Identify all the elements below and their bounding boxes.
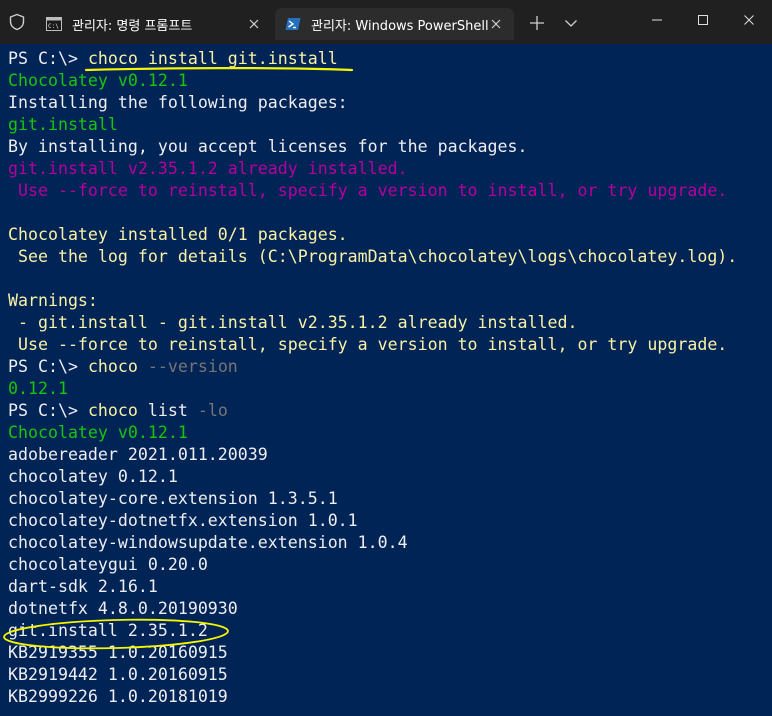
terminal-text: --version <box>137 357 238 376</box>
terminal-text: list <box>137 401 188 420</box>
terminal-line: chocolatey 0.12.1 <box>8 466 178 488</box>
terminal-text: KB2999226 1.0.20181019 <box>8 687 228 706</box>
tab-label: 관리자: 명령 프롬프트 <box>72 18 193 34</box>
terminal-line: KB2919355 1.0.20160915 <box>8 642 228 664</box>
terminal-text: Chocolatey v0.12.1 <box>8 71 188 90</box>
maximize-icon <box>698 15 708 25</box>
terminal-line: PS C:\> choco list -lo <box>8 400 228 422</box>
close-icon <box>744 15 754 25</box>
close-tab-icon[interactable] <box>248 18 260 30</box>
terminal-text: chocolateygui 0.20.0 <box>8 555 208 574</box>
terminal-line: Chocolatey v0.12.1 <box>8 70 188 92</box>
terminal-text: PS C:\> <box>8 49 88 68</box>
terminal-text: dotnetfx 4.8.0.20190930 <box>8 599 238 618</box>
terminal-text: PS C:\> <box>8 401 88 420</box>
maximize-button[interactable] <box>680 0 726 40</box>
terminal-text: PS C:\> <box>8 357 88 376</box>
chevron-down-icon[interactable] <box>564 17 578 29</box>
terminal-text: git.install v2.35.1.2 already installed. <box>8 159 408 178</box>
terminal-text: Chocolatey v0.12.1 <box>8 423 188 442</box>
terminal-window: C:\ 관리자: 명령 프롬프트 관리자: Windows PowerShell <box>0 0 772 716</box>
terminal-text: chocolatey-windowsupdate.extension 1.0.4 <box>8 533 408 552</box>
terminal-line: KB2999226 1.0.20181019 <box>8 686 228 708</box>
tab-command-prompt[interactable]: C:\ 관리자: 명령 프롬프트 <box>36 8 272 40</box>
terminal-line: See the log for details (C:\ProgramData\… <box>8 246 737 268</box>
terminal-text: chocolatey-dotnetfx.extension 1.0.1 <box>8 511 358 530</box>
new-tab-icon[interactable] <box>528 14 546 32</box>
close-tab-icon[interactable] <box>490 18 502 30</box>
terminal-line: By installing, you accept licenses for t… <box>8 136 528 158</box>
minimize-button[interactable] <box>634 0 680 40</box>
terminal-text: 0.12.1 <box>8 379 68 398</box>
terminal-text: chocolatey 0.12.1 <box>8 467 178 486</box>
terminal-text: adobereader 2021.011.20039 <box>8 445 268 464</box>
terminal-text: choco <box>87 357 138 376</box>
terminal-text: Use --force to reinstall, specify a vers… <box>8 335 728 354</box>
terminal-line: - git.install - git.install v2.35.1.2 al… <box>8 312 577 334</box>
terminal-text: -lo <box>187 401 228 420</box>
terminal-line: dart-sdk 2.16.1 <box>8 576 158 598</box>
terminal-line: chocolatey-core.extension 1.3.5.1 <box>8 488 338 510</box>
command-prompt-icon: C:\ <box>46 17 62 31</box>
terminal-line: git.install v2.35.1.2 already installed. <box>8 158 408 180</box>
terminal-text: Use --force to reinstall, specify a vers… <box>8 181 728 200</box>
terminal-line: Use --force to reinstall, specify a vers… <box>8 180 727 202</box>
terminal-text: git.install <box>8 115 118 134</box>
terminal-line: Warnings: <box>8 290 98 312</box>
terminal-line: dotnetfx 4.8.0.20190930 <box>8 598 238 620</box>
terminal-text: choco install git.install <box>87 49 338 68</box>
tab-powershell[interactable]: 관리자: Windows PowerShell <box>275 8 514 40</box>
terminal-text: Warnings: <box>8 291 98 310</box>
terminal-text: KB2919355 1.0.20160915 <box>8 643 228 662</box>
terminal-text: See the log for details (C:\ProgramData\… <box>8 247 738 266</box>
terminal-line: KB2919442 1.0.20160915 <box>8 664 228 686</box>
powershell-icon <box>285 18 301 30</box>
tab-label: 관리자: Windows PowerShell <box>311 18 489 34</box>
terminal-text: Installing the following packages: <box>8 93 348 112</box>
terminal-line: chocolateygui 0.20.0 <box>8 554 208 576</box>
terminal-text: Chocolatey installed 0/1 packages. <box>8 225 348 244</box>
terminal-text: KB2919442 1.0.20160915 <box>8 665 228 684</box>
terminal-line: Chocolatey installed 0/1 packages. <box>8 224 348 246</box>
terminal-line: Chocolatey v0.12.1 <box>8 422 188 444</box>
terminal-line: chocolatey-windowsupdate.extension 1.0.4 <box>8 532 408 554</box>
minimize-icon <box>652 19 662 21</box>
title-bar: C:\ 관리자: 명령 프롬프트 관리자: Windows PowerShell <box>0 0 772 44</box>
terminal-text: git.install 2.35.1.2 <box>8 621 208 640</box>
terminal-line: chocolatey-dotnetfx.extension 1.0.1 <box>8 510 358 532</box>
terminal-line: PS C:\> choco --version <box>8 356 238 378</box>
terminal-text: choco <box>87 401 138 420</box>
terminal-line: 0.12.1 <box>8 378 68 400</box>
terminal-line: Installing the following packages: <box>8 92 348 114</box>
svg-text:C:\: C:\ <box>48 23 59 30</box>
terminal-line: adobereader 2021.011.20039 <box>8 444 268 466</box>
terminal-line: Use --force to reinstall, specify a vers… <box>8 334 727 356</box>
terminal-line: git.install <box>8 114 118 136</box>
terminal-line: PS C:\> choco install git.install <box>8 48 338 70</box>
terminal-text: - git.install - git.install v2.35.1.2 al… <box>8 313 578 332</box>
terminal-output[interactable]: PS C:\> choco install git.install Chocola… <box>0 44 772 716</box>
terminal-text: chocolatey-core.extension 1.3.5.1 <box>8 489 338 508</box>
terminal-text: By installing, you accept licenses for t… <box>8 137 528 156</box>
terminal-text: dart-sdk 2.16.1 <box>8 577 158 596</box>
close-button[interactable] <box>726 0 772 40</box>
terminal-line: git.install 2.35.1.2 <box>8 620 208 642</box>
shield-icon <box>9 13 25 31</box>
